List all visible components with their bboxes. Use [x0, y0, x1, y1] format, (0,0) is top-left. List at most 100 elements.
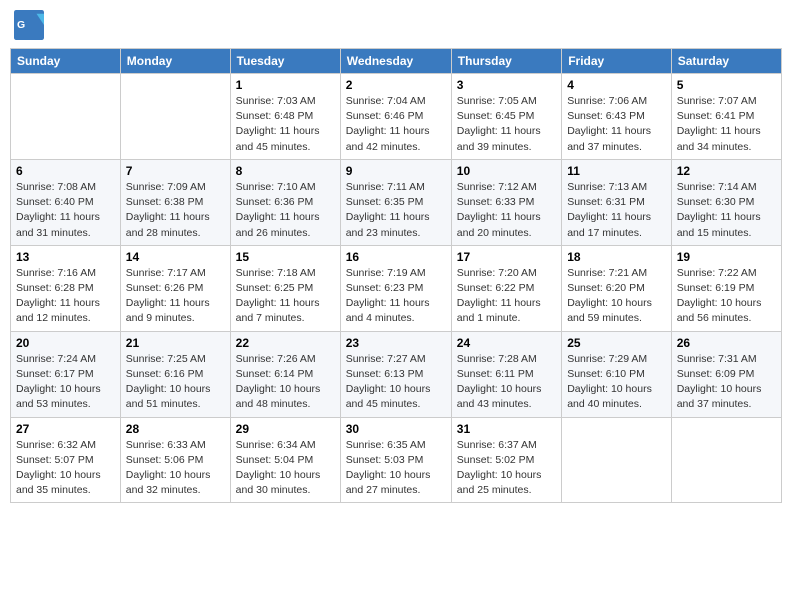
day-number: 10 [457, 164, 556, 178]
day-cell: 20Sunrise: 7:24 AMSunset: 6:17 PMDayligh… [11, 331, 121, 417]
col-header-monday: Monday [120, 49, 230, 74]
day-cell: 4 Sunrise: 7:06 AMSunset: 6:43 PMDaylight… [562, 74, 672, 160]
day-info: Sunrise: 7:16 AMSunset: 6:28 PMDaylight:… [16, 266, 115, 327]
day-number: 22 [236, 336, 335, 350]
day-info: Sunrise: 7:29 AMSunset: 6:10 PMDaylight:… [567, 352, 666, 413]
svg-text:G: G [17, 19, 25, 31]
day-info: Sunrise: 7:17 AMSunset: 6:26 PMDaylight:… [126, 266, 225, 327]
day-number: 17 [457, 250, 556, 264]
day-info: Sunrise: 7:09 AMSunset: 6:38 PMDaylight:… [126, 180, 225, 241]
day-info: Sunrise: 6:37 AMSunset: 5:02 PMDaylight:… [457, 438, 556, 499]
day-cell: 14 Sunrise: 7:17 AMSunset: 6:26 PMDayligh… [120, 245, 230, 331]
day-number: 18 [567, 250, 666, 264]
day-cell: 8 Sunrise: 7:10 AMSunset: 6:36 PMDaylight… [230, 159, 340, 245]
day-info: Sunrise: 7:05 AMSunset: 6:45 PMDaylight:… [457, 94, 556, 155]
calendar-header-row: SundayMondayTuesdayWednesdayThursdayFrid… [11, 49, 782, 74]
logo: G [14, 10, 48, 40]
day-number: 3 [457, 78, 556, 92]
day-info: Sunrise: 7:20 AMSunset: 6:22 PMDaylight:… [457, 266, 556, 327]
day-cell: 19 Sunrise: 7:22 AMSunset: 6:19 PMDayligh… [671, 245, 781, 331]
calendar-table: SundayMondayTuesdayWednesdayThursdayFrid… [10, 48, 782, 503]
day-number: 6 [16, 164, 115, 178]
day-info: Sunrise: 7:08 AMSunset: 6:40 PMDaylight:… [16, 180, 115, 241]
day-info: Sunrise: 7:11 AMSunset: 6:35 PMDaylight:… [346, 180, 446, 241]
day-cell [562, 417, 672, 503]
week-row-5: 27 Sunrise: 6:32 AMSunset: 5:07 PMDayligh… [11, 417, 782, 503]
day-number: 27 [16, 422, 115, 436]
col-header-wednesday: Wednesday [340, 49, 451, 74]
day-info: Sunrise: 7:24 AMSunset: 6:17 PMDaylight:… [16, 352, 115, 413]
day-info: Sunrise: 7:13 AMSunset: 6:31 PMDaylight:… [567, 180, 666, 241]
day-cell: 25Sunrise: 7:29 AMSunset: 6:10 PMDayligh… [562, 331, 672, 417]
day-number: 14 [126, 250, 225, 264]
day-cell: 2 Sunrise: 7:04 AMSunset: 6:46 PMDaylight… [340, 74, 451, 160]
day-cell: 15 Sunrise: 7:18 AMSunset: 6:25 PMDayligh… [230, 245, 340, 331]
day-info: Sunrise: 7:06 AMSunset: 6:43 PMDaylight:… [567, 94, 666, 155]
day-info: Sunrise: 7:25 AMSunset: 6:16 PMDaylight:… [126, 352, 225, 413]
day-number: 11 [567, 164, 666, 178]
day-number: 2 [346, 78, 446, 92]
day-info: Sunrise: 6:34 AMSunset: 5:04 PMDaylight:… [236, 438, 335, 499]
day-info: Sunrise: 7:28 AMSunset: 6:11 PMDaylight:… [457, 352, 556, 413]
day-number: 5 [677, 78, 776, 92]
day-cell [120, 74, 230, 160]
day-info: Sunrise: 6:33 AMSunset: 5:06 PMDaylight:… [126, 438, 225, 499]
day-info: Sunrise: 7:03 AMSunset: 6:48 PMDaylight:… [236, 94, 335, 155]
day-info: Sunrise: 7:27 AMSunset: 6:13 PMDaylight:… [346, 352, 446, 413]
day-number: 7 [126, 164, 225, 178]
day-cell: 18 Sunrise: 7:21 AMSunset: 6:20 PMDayligh… [562, 245, 672, 331]
col-header-sunday: Sunday [11, 49, 121, 74]
day-number: 13 [16, 250, 115, 264]
day-number: 29 [236, 422, 335, 436]
day-cell: 13 Sunrise: 7:16 AMSunset: 6:28 PMDayligh… [11, 245, 121, 331]
day-cell: 24 Sunrise: 7:28 AMSunset: 6:11 PMDayligh… [451, 331, 561, 417]
day-cell: 1 Sunrise: 7:03 AMSunset: 6:48 PMDaylight… [230, 74, 340, 160]
day-number: 16 [346, 250, 446, 264]
day-number: 19 [677, 250, 776, 264]
day-cell: 17 Sunrise: 7:20 AMSunset: 6:22 PMDayligh… [451, 245, 561, 331]
day-number: 8 [236, 164, 335, 178]
day-info: Sunrise: 7:22 AMSunset: 6:19 PMDaylight:… [677, 266, 776, 327]
day-info: Sunrise: 7:12 AMSunset: 6:33 PMDaylight:… [457, 180, 556, 241]
day-info: Sunrise: 7:18 AMSunset: 6:25 PMDaylight:… [236, 266, 335, 327]
day-number: 21 [126, 336, 225, 350]
day-info: Sunrise: 7:04 AMSunset: 6:46 PMDaylight:… [346, 94, 446, 155]
day-cell: 27 Sunrise: 6:32 AMSunset: 5:07 PMDayligh… [11, 417, 121, 503]
day-cell: 5 Sunrise: 7:07 AMSunset: 6:41 PMDaylight… [671, 74, 781, 160]
day-cell: 10 Sunrise: 7:12 AMSunset: 6:33 PMDayligh… [451, 159, 561, 245]
day-info: Sunrise: 7:31 AMSunset: 6:09 PMDaylight:… [677, 352, 776, 413]
col-header-friday: Friday [562, 49, 672, 74]
day-number: 12 [677, 164, 776, 178]
day-cell: 9 Sunrise: 7:11 AMSunset: 6:35 PMDaylight… [340, 159, 451, 245]
day-number: 24 [457, 336, 556, 350]
day-cell: 12 Sunrise: 7:14 AMSunset: 6:30 PMDayligh… [671, 159, 781, 245]
day-cell [11, 74, 121, 160]
day-cell: 16Sunrise: 7:19 AMSunset: 6:23 PMDayligh… [340, 245, 451, 331]
col-header-tuesday: Tuesday [230, 49, 340, 74]
day-cell: 3 Sunrise: 7:05 AMSunset: 6:45 PMDaylight… [451, 74, 561, 160]
day-number: 15 [236, 250, 335, 264]
day-cell: 31Sunrise: 6:37 AMSunset: 5:02 PMDayligh… [451, 417, 561, 503]
day-info: Sunrise: 7:21 AMSunset: 6:20 PMDaylight:… [567, 266, 666, 327]
day-cell: 28 Sunrise: 6:33 AMSunset: 5:06 PMDayligh… [120, 417, 230, 503]
day-number: 23 [346, 336, 446, 350]
day-number: 30 [346, 422, 446, 436]
day-number: 28 [126, 422, 225, 436]
day-cell [671, 417, 781, 503]
col-header-thursday: Thursday [451, 49, 561, 74]
week-row-1: 1 Sunrise: 7:03 AMSunset: 6:48 PMDaylight… [11, 74, 782, 160]
day-number: 4 [567, 78, 666, 92]
day-info: Sunrise: 6:32 AMSunset: 5:07 PMDaylight:… [16, 438, 115, 499]
day-info: Sunrise: 7:07 AMSunset: 6:41 PMDaylight:… [677, 94, 776, 155]
logo-icon: G [14, 10, 44, 40]
day-info: Sunrise: 6:35 AMSunset: 5:03 PMDaylight:… [346, 438, 446, 499]
day-info: Sunrise: 7:26 AMSunset: 6:14 PMDaylight:… [236, 352, 335, 413]
day-info: Sunrise: 7:10 AMSunset: 6:36 PMDaylight:… [236, 180, 335, 241]
day-cell: 30 Sunrise: 6:35 AMSunset: 5:03 PMDayligh… [340, 417, 451, 503]
day-info: Sunrise: 7:14 AMSunset: 6:30 PMDaylight:… [677, 180, 776, 241]
day-cell: 23 Sunrise: 7:27 AMSunset: 6:13 PMDayligh… [340, 331, 451, 417]
day-cell: 26Sunrise: 7:31 AMSunset: 6:09 PMDayligh… [671, 331, 781, 417]
day-cell: 11 Sunrise: 7:13 AMSunset: 6:31 PMDayligh… [562, 159, 672, 245]
day-number: 9 [346, 164, 446, 178]
day-number: 1 [236, 78, 335, 92]
